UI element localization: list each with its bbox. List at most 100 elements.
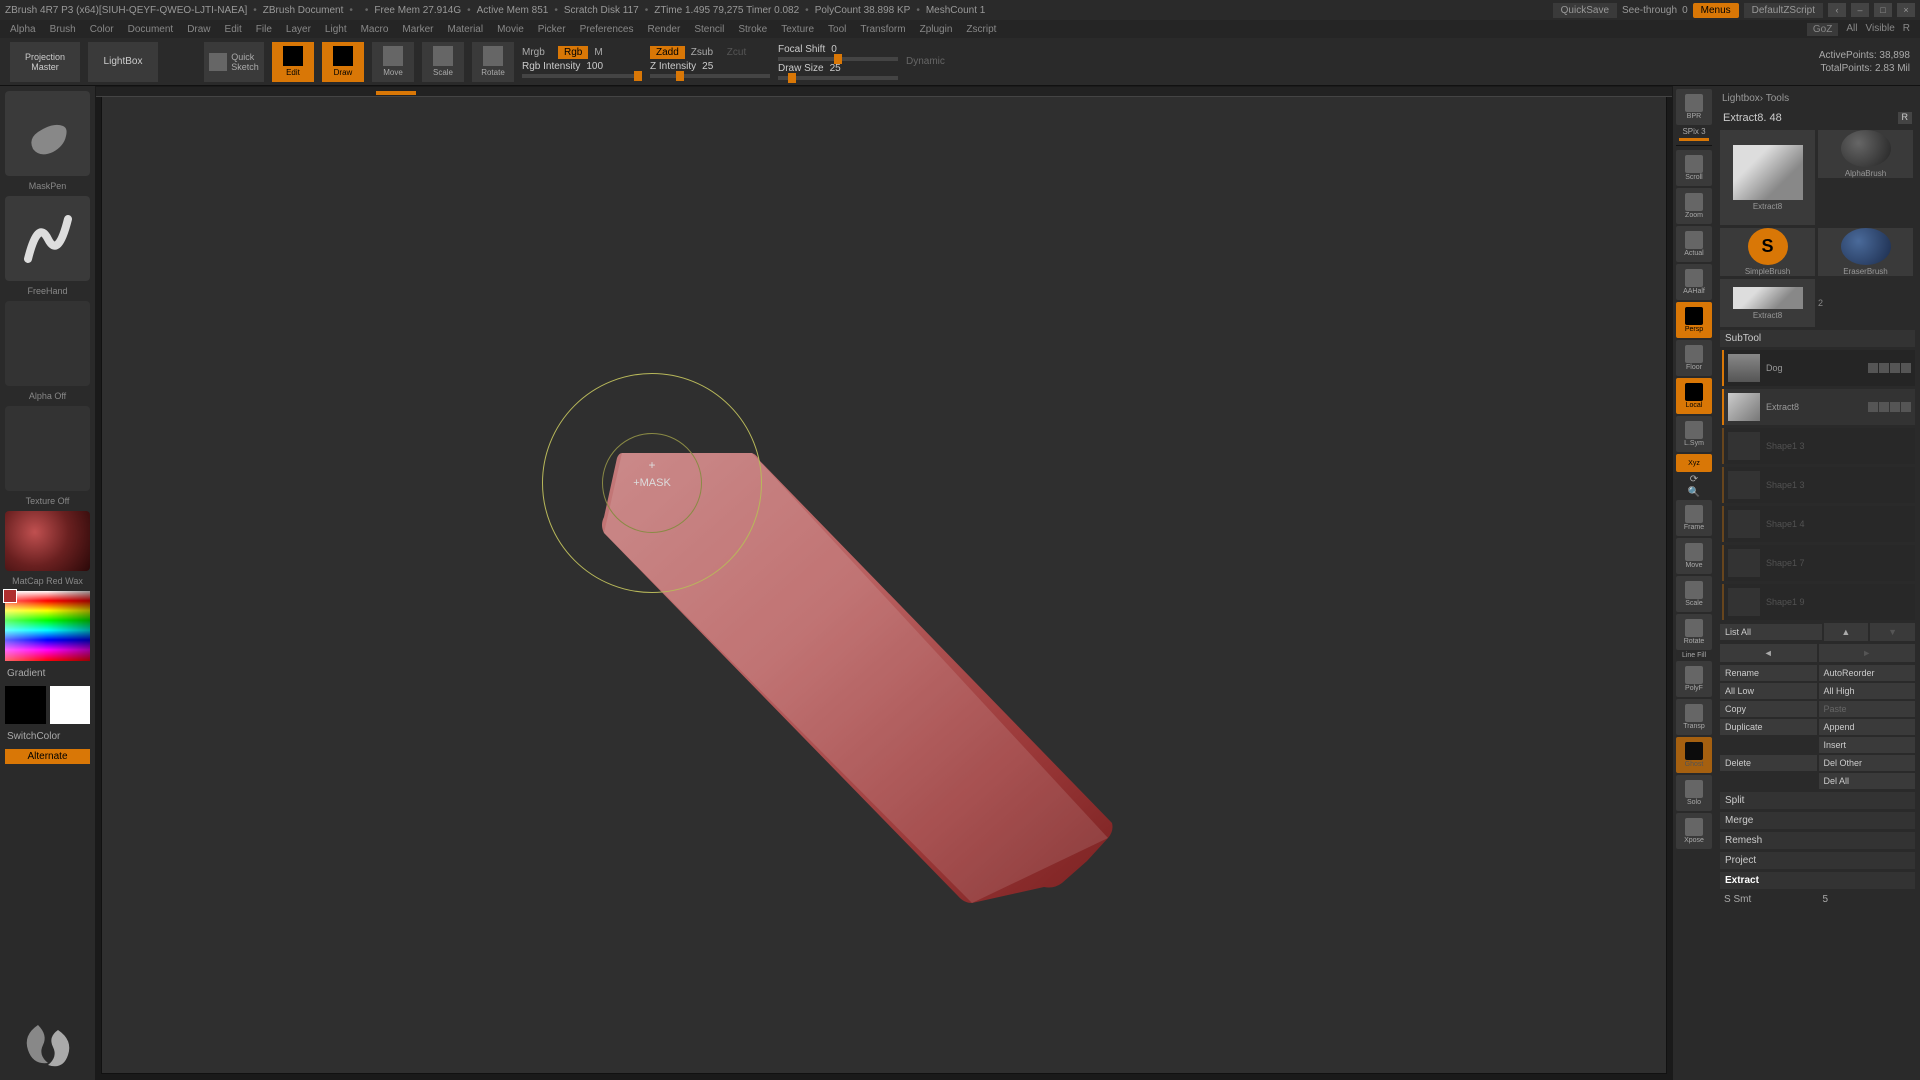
minimize-icon[interactable]: – <box>1851 3 1869 17</box>
rot-indicator[interactable]: ⟳ <box>1690 474 1698 485</box>
menu-brush[interactable]: Brush <box>50 24 76 35</box>
menu-material[interactable]: Material <box>448 24 484 35</box>
rotate-button[interactable]: Rotate <box>472 42 514 82</box>
close-icon[interactable]: × <box>1897 3 1915 17</box>
floor-button[interactable]: Floor <box>1676 340 1712 376</box>
tool-slot-3[interactable]: EraserBrush <box>1818 228 1913 276</box>
mrgb-button[interactable]: Mrgb <box>522 47 552 58</box>
quicksave-button[interactable]: QuickSave <box>1553 3 1617 18</box>
rgb-button[interactable]: Rgb <box>558 46 588 59</box>
remesh-section[interactable]: Remesh <box>1720 832 1915 849</box>
menu-light[interactable]: Light <box>325 24 347 35</box>
bpr-button[interactable]: BPR <box>1676 89 1712 125</box>
xyz-button[interactable]: Xyz <box>1676 454 1712 472</box>
append-button[interactable]: Append <box>1819 719 1916 735</box>
scale-button[interactable]: Scale <box>422 42 464 82</box>
collapse-icon[interactable]: ‹ <box>1828 3 1846 17</box>
menu-layer[interactable]: Layer <box>286 24 311 35</box>
scroll-button[interactable]: Scroll <box>1676 150 1712 186</box>
alternate-button[interactable]: Alternate <box>5 749 90 764</box>
nav-prev-button[interactable]: ◄ <box>1720 644 1817 662</box>
menu-color[interactable]: Color <box>90 24 114 35</box>
tool-r-button[interactable]: R <box>1898 112 1913 124</box>
subtool-item-2[interactable]: Shape1 3 <box>1722 428 1915 464</box>
draw-size-slider[interactable] <box>778 76 898 80</box>
focal-shift-slider[interactable] <box>778 57 898 61</box>
tool-slot-4[interactable]: Extract8 <box>1720 279 1815 327</box>
autoreorder-button[interactable]: AutoReorder <box>1819 665 1916 681</box>
duplicate-button[interactable]: Duplicate <box>1720 719 1817 735</box>
subtool-item-3[interactable]: Shape1 3 <box>1722 467 1915 503</box>
menu-tool[interactable]: Tool <box>828 24 846 35</box>
menu-movie[interactable]: Movie <box>497 24 524 35</box>
menu-picker[interactable]: Picker <box>538 24 566 35</box>
menu-texture[interactable]: Texture <box>781 24 814 35</box>
aahalf-button[interactable]: AAHalf <box>1676 264 1712 300</box>
menu-zplugin[interactable]: Zplugin <box>920 24 953 35</box>
del-all-button[interactable]: Del All <box>1819 773 1916 789</box>
menu-marker[interactable]: Marker <box>402 24 433 35</box>
extract-section[interactable]: Extract <box>1720 872 1915 889</box>
visible-button[interactable]: Visible <box>1865 23 1894 36</box>
rgb-intensity-slider[interactable] <box>522 74 642 78</box>
goz-button[interactable]: GoZ <box>1807 23 1838 36</box>
actual-button[interactable]: Actual <box>1676 226 1712 262</box>
texture-thumbnail[interactable] <box>5 406 90 491</box>
zcut-button[interactable]: Zcut <box>727 47 757 58</box>
project-section[interactable]: Project <box>1720 852 1915 869</box>
all-high-button[interactable]: All High <box>1819 683 1916 699</box>
tool-slot-2[interactable]: SSimpleBrush <box>1720 228 1815 276</box>
del-other-button[interactable]: Del Other <box>1819 755 1916 771</box>
move-down-button[interactable]: ▼ <box>1870 623 1915 641</box>
menu-render[interactable]: Render <box>648 24 681 35</box>
nav-next-button[interactable]: ► <box>1819 644 1916 662</box>
menu-document[interactable]: Document <box>128 24 174 35</box>
transp-button[interactable]: Transp <box>1676 699 1712 735</box>
dynamic-toggle[interactable]: Dynamic <box>906 56 945 67</box>
move-up-button[interactable]: ▲ <box>1824 623 1869 641</box>
menu-alpha[interactable]: Alpha <box>10 24 36 35</box>
menus-button[interactable]: Menus <box>1693 3 1739 18</box>
insert-button[interactable]: Insert <box>1819 737 1916 753</box>
r-button[interactable]: R <box>1903 23 1910 36</box>
all-low-button[interactable]: All Low <box>1720 683 1817 699</box>
lsym-button[interactable]: L.Sym <box>1676 416 1712 452</box>
tool-slot-1[interactable]: AlphaBrush <box>1818 130 1913 178</box>
m-button[interactable]: M <box>594 47 624 58</box>
delete-button[interactable]: Delete <box>1720 755 1817 771</box>
menu-edit[interactable]: Edit <box>225 24 242 35</box>
switchcolor-button[interactable]: SwitchColor <box>5 729 90 744</box>
menu-draw[interactable]: Draw <box>187 24 210 35</box>
polyf-button[interactable]: PolyF <box>1676 661 1712 697</box>
lightbox-tools-header[interactable]: Lightbox› Tools <box>1720 91 1915 106</box>
edit-button[interactable]: Edit <box>272 42 314 82</box>
canvas[interactable]: + +MASK <box>101 92 1667 1074</box>
menu-zscript[interactable]: Zscript <box>966 24 996 35</box>
tool-slot-0[interactable]: Extract8 <box>1720 130 1815 225</box>
subtool-section-header[interactable]: SubTool <box>1720 330 1915 347</box>
timeline-scrubber[interactable] <box>96 87 1672 97</box>
copy-button[interactable]: Copy <box>1720 701 1817 717</box>
list-all-button[interactable]: List All <box>1720 624 1822 640</box>
all-button[interactable]: All <box>1846 23 1857 36</box>
nav-move-button[interactable]: Move <box>1676 538 1712 574</box>
menu-stroke[interactable]: Stroke <box>738 24 767 35</box>
subtool-item-0[interactable]: Dog <box>1722 350 1915 386</box>
ghost-button[interactable]: Ghost <box>1676 737 1712 773</box>
default-script-button[interactable]: DefaultZScript <box>1744 3 1823 18</box>
spix-slider[interactable] <box>1679 138 1709 141</box>
swatch-black[interactable] <box>5 686 46 724</box>
merge-section[interactable]: Merge <box>1720 812 1915 829</box>
subtool-item-6[interactable]: Shape1 9 <box>1722 584 1915 620</box>
persp-button[interactable]: Persp <box>1676 302 1712 338</box>
stroke-thumbnail[interactable] <box>5 196 90 281</box>
material-thumbnail[interactable] <box>5 511 90 571</box>
draw-button[interactable]: Draw <box>322 42 364 82</box>
solo-button[interactable]: Solo <box>1676 775 1712 811</box>
quicksketch-button[interactable]: Quick Sketch <box>204 42 264 82</box>
subtool-item-4[interactable]: Shape1 4 <box>1722 506 1915 542</box>
alpha-thumbnail[interactable] <box>5 301 90 386</box>
menu-file[interactable]: File <box>256 24 272 35</box>
zoom-indicator[interactable]: 🔍 <box>1688 487 1700 498</box>
nav-rotate-button[interactable]: Rotate <box>1676 614 1712 650</box>
